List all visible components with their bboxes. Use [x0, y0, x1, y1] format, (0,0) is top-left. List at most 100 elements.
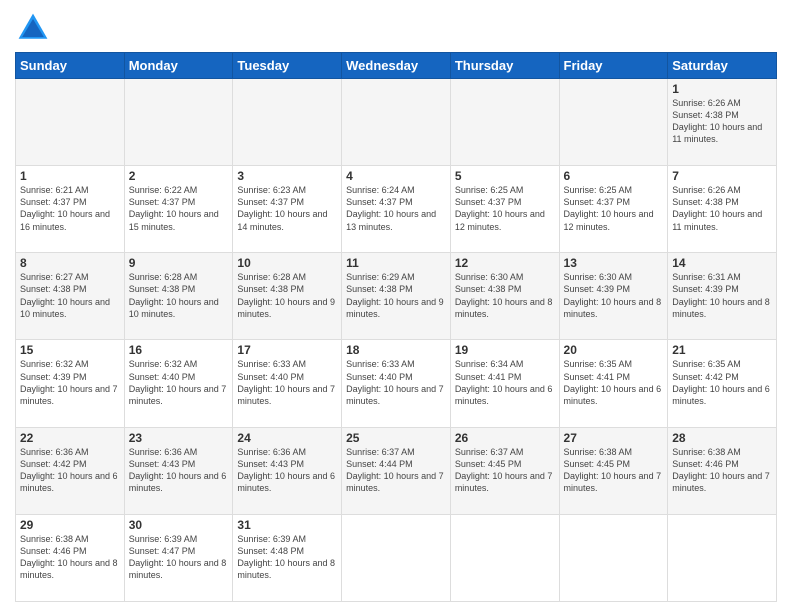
day-info: Sunrise: 6:32 AMSunset: 4:39 PMDaylight:… — [20, 358, 120, 407]
day-number: 14 — [672, 256, 772, 270]
day-header-saturday: Saturday — [668, 53, 777, 79]
day-number: 21 — [672, 343, 772, 357]
calendar-cell: 20Sunrise: 6:35 AMSunset: 4:41 PMDayligh… — [559, 340, 668, 427]
day-number: 19 — [455, 343, 555, 357]
day-number: 7 — [672, 169, 772, 183]
calendar-cell: 27Sunrise: 6:38 AMSunset: 4:45 PMDayligh… — [559, 427, 668, 514]
calendar-cell: 1Sunrise: 6:26 AMSunset: 4:38 PMDaylight… — [668, 79, 777, 166]
calendar-cell — [559, 514, 668, 601]
day-number: 28 — [672, 431, 772, 445]
day-info: Sunrise: 6:39 AMSunset: 4:47 PMDaylight:… — [129, 533, 229, 582]
day-number: 17 — [237, 343, 337, 357]
header-row: SundayMondayTuesdayWednesdayThursdayFrid… — [16, 53, 777, 79]
day-number: 27 — [564, 431, 664, 445]
day-info: Sunrise: 6:30 AMSunset: 4:39 PMDaylight:… — [564, 271, 664, 320]
calendar-cell: 24Sunrise: 6:36 AMSunset: 4:43 PMDayligh… — [233, 427, 342, 514]
day-info: Sunrise: 6:26 AMSunset: 4:38 PMDaylight:… — [672, 97, 772, 146]
day-number: 4 — [346, 169, 446, 183]
calendar-cell: 30Sunrise: 6:39 AMSunset: 4:47 PMDayligh… — [124, 514, 233, 601]
day-info: Sunrise: 6:29 AMSunset: 4:38 PMDaylight:… — [346, 271, 446, 320]
calendar-cell — [450, 79, 559, 166]
day-number: 1 — [672, 82, 772, 96]
day-info: Sunrise: 6:28 AMSunset: 4:38 PMDaylight:… — [237, 271, 337, 320]
day-number: 16 — [129, 343, 229, 357]
day-number: 10 — [237, 256, 337, 270]
day-header-monday: Monday — [124, 53, 233, 79]
day-info: Sunrise: 6:26 AMSunset: 4:38 PMDaylight:… — [672, 184, 772, 233]
day-info: Sunrise: 6:27 AMSunset: 4:38 PMDaylight:… — [20, 271, 120, 320]
day-number: 5 — [455, 169, 555, 183]
day-number: 25 — [346, 431, 446, 445]
calendar-week-4: 15Sunrise: 6:32 AMSunset: 4:39 PMDayligh… — [16, 340, 777, 427]
calendar-cell: 4Sunrise: 6:24 AMSunset: 4:37 PMDaylight… — [342, 166, 451, 253]
calendar-cell: 19Sunrise: 6:34 AMSunset: 4:41 PMDayligh… — [450, 340, 559, 427]
day-number: 9 — [129, 256, 229, 270]
calendar-cell: 23Sunrise: 6:36 AMSunset: 4:43 PMDayligh… — [124, 427, 233, 514]
calendar-cell: 10Sunrise: 6:28 AMSunset: 4:38 PMDayligh… — [233, 253, 342, 340]
day-number: 24 — [237, 431, 337, 445]
day-header-wednesday: Wednesday — [342, 53, 451, 79]
day-info: Sunrise: 6:35 AMSunset: 4:41 PMDaylight:… — [564, 358, 664, 407]
calendar-cell: 25Sunrise: 6:37 AMSunset: 4:44 PMDayligh… — [342, 427, 451, 514]
calendar-week-2: 1Sunrise: 6:21 AMSunset: 4:37 PMDaylight… — [16, 166, 777, 253]
day-number: 11 — [346, 256, 446, 270]
day-number: 31 — [237, 518, 337, 532]
calendar-cell: 5Sunrise: 6:25 AMSunset: 4:37 PMDaylight… — [450, 166, 559, 253]
day-number: 1 — [20, 169, 120, 183]
header — [15, 10, 777, 46]
day-info: Sunrise: 6:38 AMSunset: 4:46 PMDaylight:… — [672, 446, 772, 495]
day-info: Sunrise: 6:22 AMSunset: 4:37 PMDaylight:… — [129, 184, 229, 233]
day-info: Sunrise: 6:36 AMSunset: 4:43 PMDaylight:… — [237, 446, 337, 495]
page: SundayMondayTuesdayWednesdayThursdayFrid… — [0, 0, 792, 612]
calendar-cell: 28Sunrise: 6:38 AMSunset: 4:46 PMDayligh… — [668, 427, 777, 514]
day-number: 26 — [455, 431, 555, 445]
calendar-cell: 22Sunrise: 6:36 AMSunset: 4:42 PMDayligh… — [16, 427, 125, 514]
calendar-cell: 14Sunrise: 6:31 AMSunset: 4:39 PMDayligh… — [668, 253, 777, 340]
day-info: Sunrise: 6:23 AMSunset: 4:37 PMDaylight:… — [237, 184, 337, 233]
calendar-cell: 21Sunrise: 6:35 AMSunset: 4:42 PMDayligh… — [668, 340, 777, 427]
calendar-cell — [450, 514, 559, 601]
calendar-cell: 31Sunrise: 6:39 AMSunset: 4:48 PMDayligh… — [233, 514, 342, 601]
day-number: 30 — [129, 518, 229, 532]
calendar-cell — [233, 79, 342, 166]
day-header-thursday: Thursday — [450, 53, 559, 79]
day-info: Sunrise: 6:36 AMSunset: 4:43 PMDaylight:… — [129, 446, 229, 495]
day-info: Sunrise: 6:25 AMSunset: 4:37 PMDaylight:… — [455, 184, 555, 233]
calendar-cell — [16, 79, 125, 166]
calendar-cell: 15Sunrise: 6:32 AMSunset: 4:39 PMDayligh… — [16, 340, 125, 427]
day-info: Sunrise: 6:25 AMSunset: 4:37 PMDaylight:… — [564, 184, 664, 233]
day-info: Sunrise: 6:38 AMSunset: 4:46 PMDaylight:… — [20, 533, 120, 582]
day-info: Sunrise: 6:36 AMSunset: 4:42 PMDaylight:… — [20, 446, 120, 495]
day-info: Sunrise: 6:33 AMSunset: 4:40 PMDaylight:… — [346, 358, 446, 407]
calendar-cell — [342, 514, 451, 601]
day-info: Sunrise: 6:30 AMSunset: 4:38 PMDaylight:… — [455, 271, 555, 320]
calendar: SundayMondayTuesdayWednesdayThursdayFrid… — [15, 52, 777, 602]
calendar-week-3: 8Sunrise: 6:27 AMSunset: 4:38 PMDaylight… — [16, 253, 777, 340]
day-number: 18 — [346, 343, 446, 357]
calendar-cell: 17Sunrise: 6:33 AMSunset: 4:40 PMDayligh… — [233, 340, 342, 427]
day-info: Sunrise: 6:37 AMSunset: 4:45 PMDaylight:… — [455, 446, 555, 495]
day-number: 12 — [455, 256, 555, 270]
calendar-cell: 2Sunrise: 6:22 AMSunset: 4:37 PMDaylight… — [124, 166, 233, 253]
day-number: 29 — [20, 518, 120, 532]
day-header-friday: Friday — [559, 53, 668, 79]
day-number: 23 — [129, 431, 229, 445]
day-info: Sunrise: 6:24 AMSunset: 4:37 PMDaylight:… — [346, 184, 446, 233]
day-header-sunday: Sunday — [16, 53, 125, 79]
calendar-cell: 26Sunrise: 6:37 AMSunset: 4:45 PMDayligh… — [450, 427, 559, 514]
calendar-cell: 13Sunrise: 6:30 AMSunset: 4:39 PMDayligh… — [559, 253, 668, 340]
day-number: 8 — [20, 256, 120, 270]
calendar-cell: 29Sunrise: 6:38 AMSunset: 4:46 PMDayligh… — [16, 514, 125, 601]
calendar-week-6: 29Sunrise: 6:38 AMSunset: 4:46 PMDayligh… — [16, 514, 777, 601]
calendar-cell — [124, 79, 233, 166]
day-info: Sunrise: 6:34 AMSunset: 4:41 PMDaylight:… — [455, 358, 555, 407]
day-number: 15 — [20, 343, 120, 357]
day-number: 20 — [564, 343, 664, 357]
day-number: 13 — [564, 256, 664, 270]
calendar-week-1: 1Sunrise: 6:26 AMSunset: 4:38 PMDaylight… — [16, 79, 777, 166]
logo-icon — [15, 10, 51, 46]
calendar-week-5: 22Sunrise: 6:36 AMSunset: 4:42 PMDayligh… — [16, 427, 777, 514]
calendar-cell: 6Sunrise: 6:25 AMSunset: 4:37 PMDaylight… — [559, 166, 668, 253]
calendar-cell: 12Sunrise: 6:30 AMSunset: 4:38 PMDayligh… — [450, 253, 559, 340]
calendar-cell: 8Sunrise: 6:27 AMSunset: 4:38 PMDaylight… — [16, 253, 125, 340]
